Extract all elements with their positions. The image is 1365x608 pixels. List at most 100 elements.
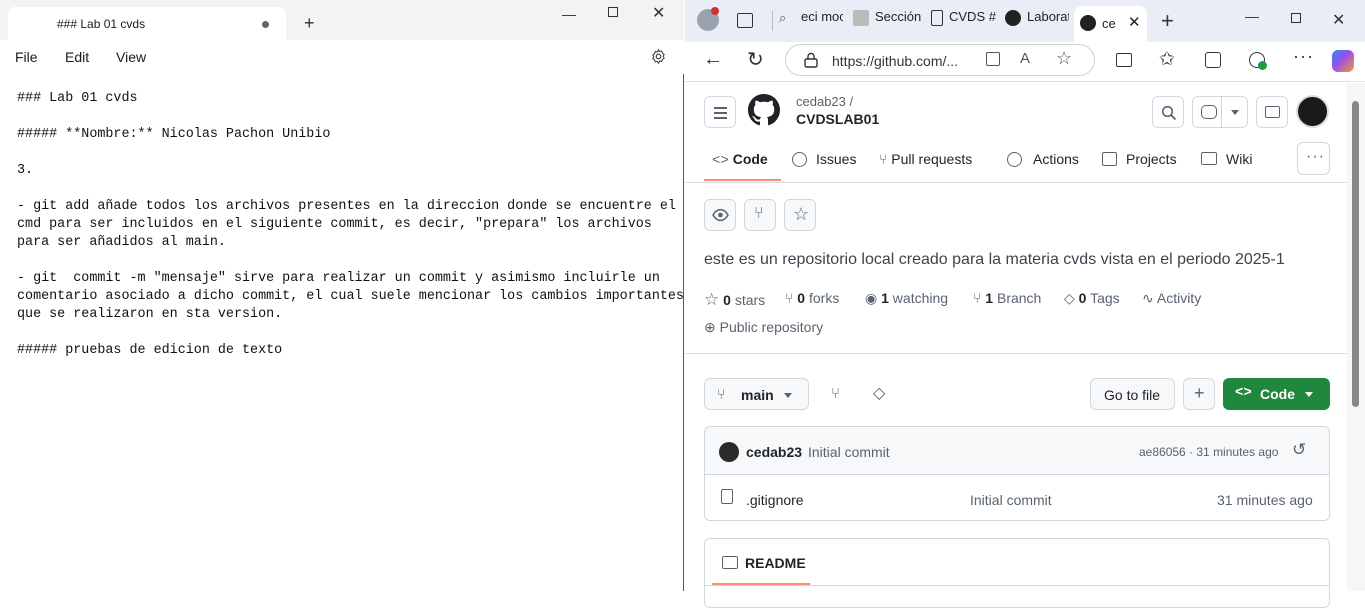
branches-icon[interactable]: ⑂ xyxy=(831,385,840,402)
commit-message[interactable]: Initial commit xyxy=(808,444,890,460)
repo-owner-link[interactable]: cedab23 / xyxy=(796,94,853,109)
commit-meta[interactable]: ae86056 · 31 minutes ago xyxy=(1139,445,1278,459)
app-available-icon[interactable] xyxy=(986,52,1000,66)
code-icon: <> xyxy=(1235,385,1252,401)
fork-icon: ⑂ xyxy=(754,205,764,222)
tags-link[interactable]: ◇ 0 Tags xyxy=(1064,290,1120,307)
branch-link[interactable]: ⑂ 1 Branch xyxy=(973,290,1041,306)
divider xyxy=(685,182,1347,183)
hamburger-menu-button[interactable] xyxy=(704,96,736,128)
user-avatar[interactable] xyxy=(1296,95,1329,128)
github-logo-icon[interactable] xyxy=(748,94,780,126)
minimize-icon[interactable]: — xyxy=(1245,8,1259,24)
unsaved-dot-icon[interactable] xyxy=(262,21,269,28)
editor-line: ##### **Nombre:** Nicolas Pachon Unibio xyxy=(17,127,331,142)
page-scrollbar[interactable] xyxy=(1347,83,1365,591)
nav-actions[interactable]: Actions xyxy=(1007,151,1079,167)
github-icon xyxy=(1080,15,1096,31)
copilot-icon[interactable] xyxy=(1332,50,1354,72)
go-to-file-button[interactable]: Go to file xyxy=(1090,378,1175,410)
add-file-button[interactable]: + xyxy=(1183,378,1215,410)
refresh-icon[interactable]: ↻ xyxy=(747,47,764,72)
file-name-link[interactable]: .gitignore xyxy=(746,492,804,508)
scrollbar-thumb[interactable] xyxy=(1352,101,1359,407)
browser-tab-4[interactable]: Laborat xyxy=(1005,9,1069,35)
code-dropdown-button[interactable]: <> Code xyxy=(1223,378,1330,410)
split-screen-icon[interactable] xyxy=(1116,53,1132,67)
nav-code[interactable]: <> Code xyxy=(712,151,768,169)
close-icon[interactable]: ✕ xyxy=(1332,10,1345,30)
browser-tab-1[interactable]: ⌕ eci moc xyxy=(779,9,843,35)
back-arrow-icon[interactable]: ← xyxy=(703,48,723,71)
notepad-editor[interactable]: ### Lab 01 cvds​##### **Nombre:** Nicola… xyxy=(17,90,684,360)
profile-avatar[interactable] xyxy=(697,7,719,31)
address-bar[interactable]: https://github.com/... A ☆ xyxy=(785,44,1095,76)
browser-tab-2[interactable]: Sección xyxy=(853,9,921,35)
editor-line: 3. xyxy=(17,163,34,178)
watch-button[interactable] xyxy=(704,199,736,231)
read-aloud-icon[interactable]: A xyxy=(1020,50,1030,67)
menu-edit[interactable]: Edit xyxy=(65,49,89,65)
repo-description: este es un repositorio local creado para… xyxy=(704,251,1285,268)
browser-tab-3[interactable]: CVDS # xyxy=(931,9,997,35)
more-nav-button[interactable]: ··· xyxy=(1297,142,1330,175)
tab-actions-icon[interactable] xyxy=(737,13,753,28)
editor-line: que se realizaron en sta version. xyxy=(17,307,283,322)
notepad-window: ### Lab 01 cvds + — ✕ File Edit View ###… xyxy=(0,0,684,591)
editor-line: - git commit -m "mensaje" sirve para rea… xyxy=(17,271,660,286)
collections-icon[interactable] xyxy=(1205,52,1221,68)
chevron-down-icon xyxy=(784,393,792,398)
menu-file[interactable]: File xyxy=(15,49,38,65)
repo-name-link[interactable]: CVDSLAB01 xyxy=(796,111,879,127)
search-button[interactable] xyxy=(1152,96,1184,128)
visibility-label: ⊕ Public repository xyxy=(704,319,824,335)
editor-line: cmd para ser incluidos en el siguiente c… xyxy=(17,217,652,232)
readme-tab[interactable]: README xyxy=(745,555,806,571)
stars-link[interactable]: ☆ 0 stars xyxy=(704,290,765,310)
activity-link[interactable]: ∿ Activity xyxy=(1142,290,1201,307)
close-icon[interactable]: ✕ xyxy=(652,3,665,23)
new-tab-button[interactable]: + xyxy=(1161,8,1174,34)
commit-author[interactable]: cedab23 xyxy=(746,444,802,460)
editor-line: ​ xyxy=(17,252,682,270)
branch-icon: ⑂ xyxy=(717,386,726,402)
browser-tab-active[interactable]: ce ✕ xyxy=(1074,6,1147,42)
site-info-icon[interactable] xyxy=(802,51,820,69)
tags-icon[interactable]: ◇ xyxy=(873,383,885,403)
copilot-button[interactable] xyxy=(1192,96,1248,128)
browser-toolbar: ← ↻ https://github.com/... A ☆ ✩ ··· xyxy=(685,42,1365,82)
fork-button[interactable]: ⑂ xyxy=(744,199,776,231)
kebab-icon: ··· xyxy=(1306,148,1325,165)
menu-view[interactable]: View xyxy=(116,49,146,65)
star-button[interactable]: ☆ xyxy=(784,199,816,231)
author-avatar[interactable] xyxy=(719,442,739,462)
inbox-button[interactable] xyxy=(1256,96,1288,128)
nav-wiki[interactable]: Wiki xyxy=(1201,151,1252,167)
branch-select-button[interactable]: ⑂ main xyxy=(704,378,809,410)
pulse-icon: ∿ xyxy=(1142,290,1154,306)
nav-issues[interactable]: Issues xyxy=(792,151,856,167)
maximize-icon[interactable] xyxy=(1291,13,1301,23)
more-options-icon[interactable]: ··· xyxy=(1293,46,1314,67)
minimize-icon[interactable]: — xyxy=(562,6,576,22)
editor-line: ​ xyxy=(17,324,682,342)
editor-line: ​ xyxy=(17,108,682,126)
nav-pull-requests[interactable]: ⑂ Pull requests xyxy=(879,151,972,167)
file-time: 31 minutes ago xyxy=(1217,492,1313,508)
history-icon[interactable]: ↺ xyxy=(1292,440,1306,460)
watching-link[interactable]: ◉ 1 watching xyxy=(865,290,948,307)
chevron-down-icon[interactable] xyxy=(1231,110,1239,115)
notepad-tab[interactable]: ### Lab 01 cvds xyxy=(8,7,286,40)
browser-essentials-icon[interactable] xyxy=(1249,52,1267,70)
editor-line: ### Lab 01 cvds xyxy=(17,91,138,106)
maximize-icon[interactable] xyxy=(608,7,618,17)
settings-gear-icon[interactable] xyxy=(650,48,667,65)
favorites-icon[interactable]: ✩ xyxy=(1159,48,1175,71)
close-tab-icon[interactable]: ✕ xyxy=(1128,13,1141,31)
forks-link[interactable]: ⑂ 0 forks xyxy=(785,290,839,306)
notepad-new-tab-button[interactable]: + xyxy=(304,13,315,34)
nav-projects[interactable]: Projects xyxy=(1102,151,1177,167)
file-commit-message[interactable]: Initial commit xyxy=(970,492,1052,508)
editor-line: para ser añadidos al main. xyxy=(17,235,226,250)
favorite-star-icon[interactable]: ☆ xyxy=(1056,48,1072,69)
